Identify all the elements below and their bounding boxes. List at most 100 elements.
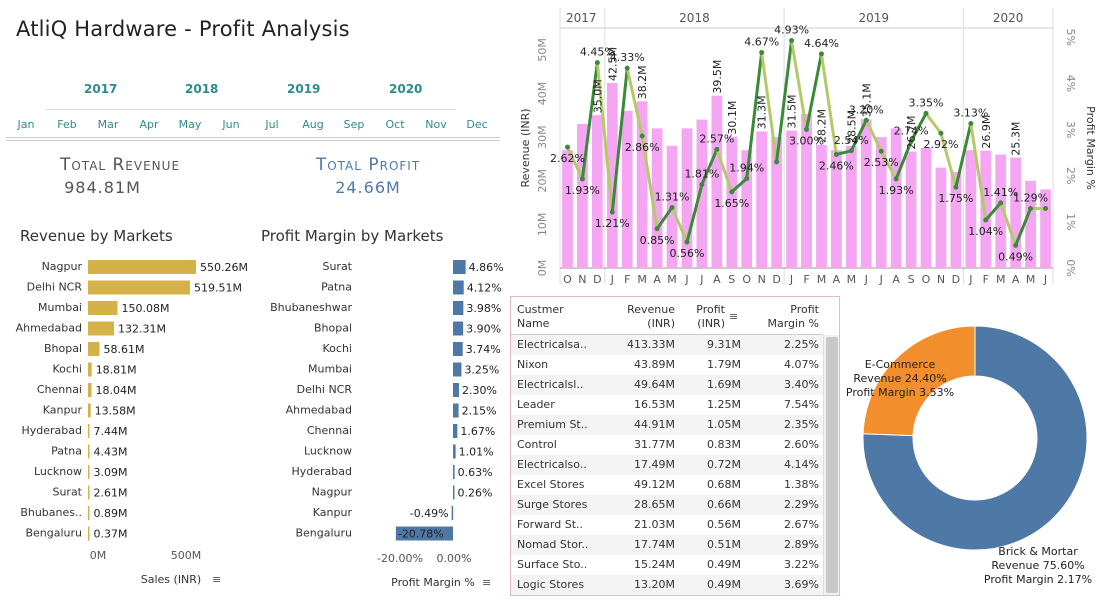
margin-bar[interactable]: [453, 444, 456, 459]
table-header-revenue[interactable]: Revenue (INR): [615, 303, 675, 331]
revenue-bar[interactable]: [88, 485, 90, 500]
revenue-bar[interactable]: [88, 506, 90, 520]
month-filter-sep[interactable]: Sep: [334, 118, 374, 131]
trend-margin-point[interactable]: [564, 144, 570, 150]
trend-margin-point[interactable]: [669, 205, 675, 211]
year-filter-2018[interactable]: 2018: [185, 82, 218, 96]
trend-margin-point[interactable]: [654, 226, 660, 232]
revenue-bar[interactable]: [88, 280, 190, 295]
trend-revenue-bar[interactable]: [980, 150, 992, 268]
margin-bar[interactable]: [453, 280, 464, 295]
year-filter-2017[interactable]: 2017: [84, 82, 117, 96]
trend-revenue-bar[interactable]: [621, 110, 633, 268]
revenue-bar[interactable]: [88, 465, 90, 479]
trend-margin-point[interactable]: [893, 176, 899, 182]
trend-margin-point[interactable]: [594, 60, 600, 66]
revenue-bar[interactable]: [88, 403, 91, 418]
month-filter-dec[interactable]: Dec: [457, 118, 497, 131]
month-filter-aug[interactable]: Aug: [293, 118, 333, 131]
table-header-customer[interactable]: Custmer Name: [517, 303, 564, 331]
trend-margin-point[interactable]: [759, 49, 765, 55]
trend-revenue-bar[interactable]: [562, 150, 573, 268]
revenue-bar[interactable]: [88, 260, 196, 274]
trend-margin-point[interactable]: [729, 189, 735, 195]
trend-margin-point[interactable]: [744, 175, 750, 181]
trend-revenue-bar[interactable]: [711, 95, 723, 269]
revenue-bar[interactable]: [88, 342, 100, 356]
trend-revenue-bar[interactable]: [786, 130, 797, 268]
table-header-margin[interactable]: Profit Margin %: [749, 303, 819, 331]
year-filter-2020[interactable]: 2020: [389, 82, 422, 96]
month-filter-apr[interactable]: Apr: [129, 118, 169, 131]
trend-margin-point[interactable]: [624, 65, 630, 71]
month-filter-jul[interactable]: Jul: [252, 118, 292, 131]
table-row[interactable]: Nixon 43.89M 1.79M 4.07%: [511, 355, 823, 375]
table-row[interactable]: Surface Sto.. 15.24M 0.49M 3.22%: [511, 555, 823, 575]
table-row[interactable]: Logic Stores 13.20M 0.49M 3.69%: [511, 575, 823, 595]
trend-revenue-bar[interactable]: [756, 131, 768, 268]
table-row[interactable]: Electricalsl.. 49.64M 1.69M 3.40%: [511, 375, 823, 395]
revenue-bar[interactable]: [88, 383, 92, 397]
trend-margin-point[interactable]: [639, 133, 645, 139]
margin-bar[interactable]: [453, 260, 466, 274]
trend-margin-point[interactable]: [878, 148, 884, 154]
trend-margin-point[interactable]: [1043, 205, 1049, 211]
margin-bar[interactable]: [453, 485, 455, 500]
trend-revenue-bar[interactable]: [905, 151, 917, 268]
margin-bar[interactable]: [453, 362, 462, 377]
table-row[interactable]: Leader 16.53M 1.25M 7.54%: [511, 395, 823, 415]
revenue-bar[interactable]: [88, 424, 90, 438]
table-scrollbar-thumb[interactable]: [826, 337, 838, 593]
trend-margin-point[interactable]: [998, 200, 1004, 206]
trend-revenue-bar[interactable]: [890, 128, 902, 268]
trend-margin-point[interactable]: [848, 148, 854, 154]
year-filter-2019[interactable]: 2019: [287, 82, 320, 96]
month-filter-nov[interactable]: Nov: [416, 118, 456, 131]
revenue-bar[interactable]: [88, 301, 118, 315]
trend-revenue-bar[interactable]: [920, 148, 932, 268]
trend-margin-point[interactable]: [579, 176, 585, 182]
trend-margin-point[interactable]: [1028, 205, 1034, 211]
table-row[interactable]: Electricalso.. 17.49M 0.72M 4.14%: [511, 455, 823, 475]
table-row[interactable]: Nomad Stor.. 17.74M 0.51M 2.89%: [511, 535, 823, 555]
trend-margin-point[interactable]: [953, 184, 959, 190]
revenue-bar[interactable]: [88, 444, 90, 459]
trend-margin-point[interactable]: [684, 239, 690, 245]
trend-margin-point[interactable]: [1013, 242, 1019, 248]
table-row[interactable]: Forward St.. 21.03M 0.56M 2.67%: [511, 515, 823, 535]
sort-descending-icon[interactable]: ≡: [482, 576, 491, 589]
trend-margin-point[interactable]: [774, 159, 780, 165]
margin-bar[interactable]: [453, 403, 459, 418]
revenue-bar[interactable]: [88, 526, 90, 541]
month-filter-mar[interactable]: Mar: [88, 118, 128, 131]
month-filter-jan[interactable]: Jan: [6, 118, 46, 131]
trend-margin-point[interactable]: [818, 51, 824, 57]
trend-margin-point[interactable]: [714, 146, 720, 152]
margin-bar[interactable]: [453, 383, 459, 397]
trend-revenue-bar[interactable]: [965, 150, 977, 268]
margin-bar[interactable]: [453, 301, 464, 315]
sort-descending-icon[interactable]: ≡: [729, 310, 738, 324]
margin-bar[interactable]: [453, 342, 463, 356]
margin-bar[interactable]: [453, 465, 455, 479]
table-header-profit[interactable]: Profit (INR): [681, 303, 725, 331]
trend-margin-point[interactable]: [863, 117, 869, 123]
month-filter-feb[interactable]: Feb: [47, 118, 87, 131]
trend-margin-point[interactable]: [833, 151, 839, 157]
table-row[interactable]: Surge Stores 28.65M 0.66M 2.29%: [511, 495, 823, 515]
margin-bar[interactable]: [453, 321, 464, 336]
table-scrollbar[interactable]: [823, 335, 839, 595]
trend-margin-point[interactable]: [923, 110, 929, 116]
trend-margin-point[interactable]: [983, 217, 989, 223]
sort-descending-icon[interactable]: ≡: [212, 573, 221, 586]
table-row[interactable]: Excel Stores 49.12M 0.68M 1.38%: [511, 475, 823, 495]
month-filter-jun[interactable]: Jun: [211, 118, 251, 131]
trend-revenue-bar[interactable]: [935, 167, 947, 268]
month-filter-may[interactable]: May: [170, 118, 210, 131]
table-row[interactable]: Electricalsa.. 413.33M 9.31M 2.25%: [511, 335, 823, 355]
trend-margin-point[interactable]: [938, 130, 944, 136]
revenue-bar[interactable]: [88, 362, 92, 377]
table-row[interactable]: Control 31.77M 0.83M 2.60%: [511, 435, 823, 455]
trend-margin-point[interactable]: [804, 127, 809, 133]
month-filter-oct[interactable]: Oct: [375, 118, 415, 131]
